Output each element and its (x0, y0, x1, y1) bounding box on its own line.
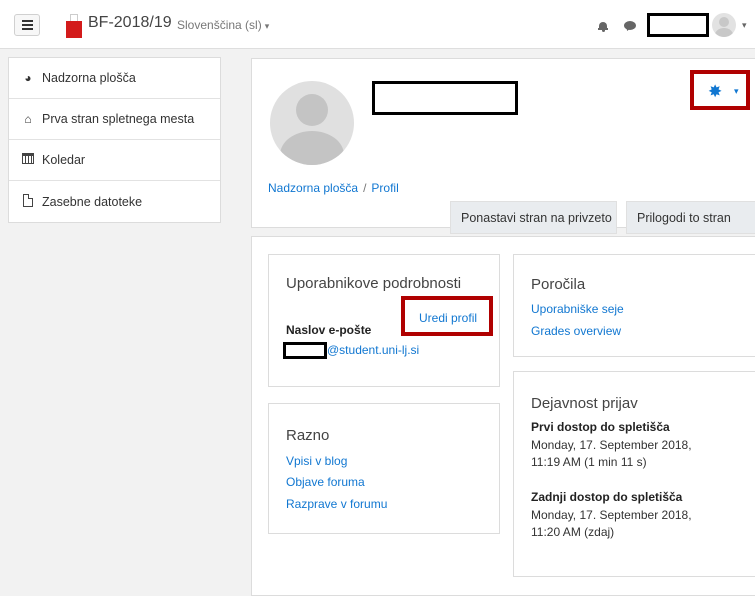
nav-drawer: ◕ Nadzorna plošča ⌂ Prva stran spletnega… (0, 49, 234, 588)
language-selector[interactable]: Slovenščina (sl) ▾ (177, 18, 269, 32)
misc-title: Razno (286, 427, 330, 444)
forum-discussions-link[interactable]: Razprave v forumu (286, 497, 387, 511)
top-navbar: BF-2018/19 Slovenščina (sl) ▾ ▾ (0, 0, 755, 49)
misc-panel: Razno Vpisi v blog Objave foruma Razprav… (268, 403, 500, 534)
breadcrumb-dashboard[interactable]: Nadzorna plošča (268, 181, 358, 195)
first-access-label: Prvi dostop do spletišča (531, 420, 670, 434)
redacted-username (647, 13, 709, 37)
menu-toggle-button[interactable] (14, 14, 40, 36)
breadcrumb-separator: / (363, 181, 367, 195)
drawer-item-label: Zasebne datoteke (42, 194, 143, 209)
calendar-icon (21, 153, 35, 167)
customize-page-button[interactable]: Prilogodi to stran (626, 201, 755, 234)
drawer-item-home[interactable]: ⌂ Prva stran spletnega mesta (9, 99, 220, 140)
site-name[interactable]: BF-2018/19 (88, 14, 172, 32)
language-label: Slovenščina (sl) (177, 18, 262, 32)
avatar[interactable] (712, 13, 736, 37)
edit-profile-link[interactable]: Uredi profil (419, 311, 477, 325)
settings-menu-button[interactable]: ✸ ▾ (690, 70, 750, 110)
drawer-item-label: Nadzorna plošča (42, 71, 136, 85)
drawer-item-label: Koledar (42, 153, 86, 167)
last-access-label: Zadnji dostop do spletišča (531, 490, 683, 504)
chevron-down-icon: ▾ (264, 21, 270, 31)
bell-icon[interactable] (598, 22, 608, 32)
reports-panel: Poročila Uporabniške seje Grades overvie… (513, 254, 755, 357)
drawer-item-calendar[interactable]: Koledar (9, 140, 220, 181)
drawer-item-label: Prva stran spletnega mesta (42, 112, 195, 126)
gear-icon: ✸ (708, 82, 723, 101)
grades-overview-link[interactable]: Grades overview (531, 324, 621, 338)
first-access-date: Monday, 17. September 2018, (531, 438, 692, 452)
login-activity-title: Dejavnost prijav (531, 395, 638, 412)
chat-icon[interactable] (624, 21, 636, 30)
drawer-item-private-files[interactable]: Zasebne datoteke (9, 181, 220, 222)
blog-entries-link[interactable]: Vpisi v blog (286, 454, 347, 468)
user-details-title: Uporabnikove podrobnosti (286, 275, 462, 292)
home-icon: ⌂ (24, 112, 32, 126)
first-access-time: 11:19 AM (1 min 11 s) (531, 455, 647, 469)
breadcrumb-profile[interactable]: Profil (371, 181, 398, 195)
email-value[interactable]: @student.uni-lj.si (327, 343, 419, 357)
reports-title: Poročila (531, 276, 586, 293)
reset-page-button[interactable]: Ponastavi stran na privzeto (450, 201, 617, 234)
redacted-email-user (283, 342, 327, 359)
email-label: Naslov e-pošte (286, 323, 372, 337)
profile-avatar (270, 81, 354, 165)
site-logo[interactable] (66, 14, 82, 38)
dashboard-icon: ◕ (24, 71, 32, 85)
breadcrumb: Nadzorna plošča / Profil (268, 181, 399, 195)
edit-profile-highlight[interactable]: Uredi profil (401, 296, 493, 336)
chevron-down-icon[interactable]: ▾ (742, 20, 747, 31)
file-icon (21, 193, 35, 210)
last-access-time: 11:20 AM (zdaj) (531, 525, 615, 539)
user-details-panel: Uporabnikove podrobnosti Uredi profil Na… (268, 254, 500, 387)
redacted-user-fullname (372, 81, 518, 115)
user-sessions-link[interactable]: Uporabniške seje (531, 302, 624, 316)
last-access-date: Monday, 17. September 2018, (531, 508, 692, 522)
chevron-down-icon: ▾ (734, 86, 739, 96)
profile-content: Uporabnikove podrobnosti Uredi profil Na… (251, 236, 755, 596)
drawer-list: ◕ Nadzorna plošča ⌂ Prva stran spletnega… (8, 57, 221, 223)
forum-posts-link[interactable]: Objave foruma (286, 475, 365, 489)
drawer-item-dashboard[interactable]: ◕ Nadzorna plošča (9, 58, 220, 99)
menu-icon (21, 24, 33, 26)
page-header: ✸ ▾ Nadzorna plošča / Profil Ponastavi str… (251, 58, 755, 234)
login-activity-panel: Dejavnost prijav Prvi dostop do spletišč… (513, 371, 755, 577)
